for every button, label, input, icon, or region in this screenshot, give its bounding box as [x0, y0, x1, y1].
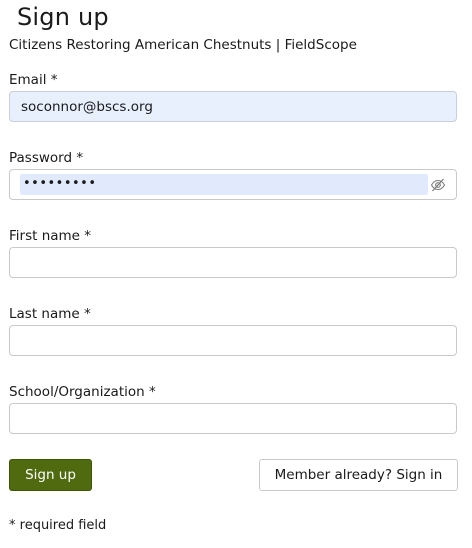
email-field[interactable]: soconnor@bscs.org: [9, 91, 457, 122]
sign-in-button[interactable]: Member already? Sign in: [259, 459, 458, 491]
required-field-note: * required field: [9, 518, 107, 533]
email-value: soconnor@bscs.org: [21, 99, 153, 115]
page-title: Sign up: [17, 3, 109, 31]
signup-page: Sign up Citizens Restoring American Ches…: [0, 0, 472, 548]
organization-field[interactable]: [9, 403, 457, 434]
email-label: Email *: [9, 72, 58, 88]
organization-label: School/Organization *: [9, 384, 156, 400]
password-field[interactable]: •••••••••: [9, 169, 457, 200]
sign-up-button[interactable]: Sign up: [9, 459, 92, 491]
password-masked-value: •••••••••: [23, 176, 97, 191]
page-subtitle: Citizens Restoring American Chestnuts | …: [9, 37, 357, 53]
first-name-field[interactable]: [9, 247, 457, 278]
password-label: Password *: [9, 150, 84, 166]
first-name-label: First name *: [9, 228, 92, 244]
eye-slash-icon[interactable]: [430, 177, 446, 193]
last-name-field[interactable]: [9, 325, 457, 356]
last-name-label: Last name *: [9, 306, 91, 322]
